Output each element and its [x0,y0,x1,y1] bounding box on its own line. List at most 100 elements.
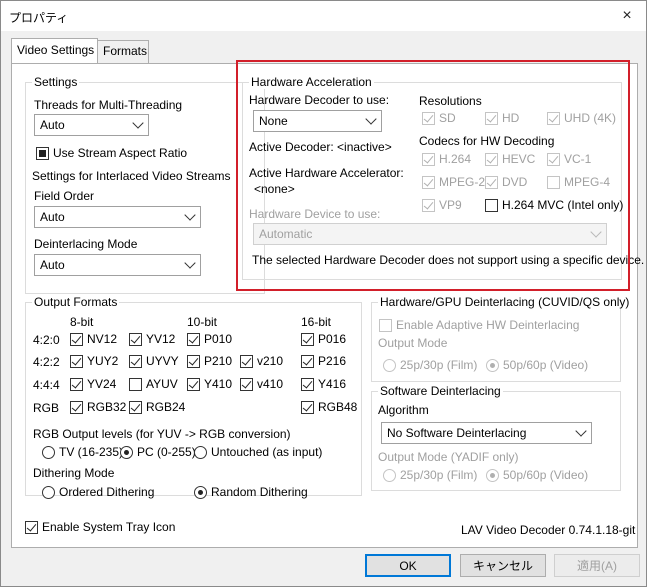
format-checkbox-y410[interactable]: Y410 [187,377,232,391]
sw-deint-label: Software Deinterlacing [378,384,503,398]
format-label: P216 [318,354,347,368]
hw-video-radio[interactable]: 50p/60p (Video) [486,358,588,372]
checkbox-box [129,400,142,414]
header-8bit: 8-bit [70,315,94,329]
format-label: Y410 [204,377,233,391]
checkbox-box [70,377,83,391]
format-checkbox-p216[interactable]: P216 [301,354,346,368]
highlight-box [236,60,630,291]
field-order-select[interactable]: Auto [34,206,201,228]
format-checkbox-yv12[interactable]: YV12 [129,332,175,346]
format-label: RGB32 [87,400,127,414]
levels-pc-label: PC (0-255) [137,445,196,459]
checkbox-box [129,354,142,368]
format-checkbox-uyvy[interactable]: UYVY [129,354,179,368]
checkbox-box [240,354,253,368]
levels-tv-label: TV (16-235) [59,445,124,459]
levels-pc-radio[interactable]: PC (0-255) [120,445,196,459]
stream-aspect-checkbox[interactable]: Use Stream Aspect Ratio [36,146,187,160]
levels-untouched-label: Untouched (as input) [211,445,323,459]
close-icon[interactable]: × [614,4,640,28]
format-checkbox-rgb48[interactable]: RGB48 [301,400,357,414]
sw-video-label: 50p/60p (Video) [503,468,589,482]
deint-mode-label: Deinterlacing Mode [34,237,138,251]
format-label: RGB48 [318,400,358,414]
format-checkbox-ayuv[interactable]: AYUV [129,377,178,391]
algorithm-select[interactable]: No Software Deinterlacing [381,422,592,444]
deint-mode-select[interactable]: Auto [34,254,201,276]
header-16bit: 16-bit [301,315,332,329]
format-label: YUY2 [87,354,119,368]
chevron-down-icon [184,257,196,269]
levels-untouched-radio[interactable]: Untouched (as input) [194,445,322,459]
checkbox-box [301,354,314,368]
format-checkbox-yuy2[interactable]: YUY2 [70,354,118,368]
ok-button[interactable]: OK [365,554,451,577]
checkbox-box [187,354,200,368]
format-label: UYVY [146,354,179,368]
format-checkbox-rgb32[interactable]: RGB32 [70,400,126,414]
radio-circle [486,468,499,482]
format-checkbox-rgb24[interactable]: RGB24 [129,400,185,414]
format-checkbox-p210[interactable]: P210 [187,354,232,368]
chevron-down-icon [575,425,587,437]
format-label: v410 [257,377,284,391]
format-checkbox-v210[interactable]: v210 [240,354,283,368]
window-title: プロパティ [9,11,69,25]
radio-circle [383,358,396,372]
tab-formats[interactable]: Formats [97,40,149,64]
sw-film-label: 25p/30p (Film) [400,468,478,482]
tab-video-settings[interactable]: Video Settings [11,38,98,63]
checkbox-box [187,332,200,346]
stream-aspect-label: Use Stream Aspect Ratio [53,146,188,160]
format-label: YV12 [146,332,176,346]
system-tray-label: Enable System Tray Icon [42,520,176,534]
format-checkbox-nv12[interactable]: NV12 [70,332,117,346]
checkbox-box [379,318,392,332]
sw-film-radio[interactable]: 25p/30p (Film) [383,468,477,482]
hw-deint-label: Hardware/GPU Deinterlacing (CUVID/QS onl… [378,295,632,309]
hw-output-mode-label: Output Mode [378,336,448,350]
version-text: LAV Video Decoder 0.74.1.18-git [461,523,636,537]
format-checkbox-v410[interactable]: v410 [240,377,283,391]
format-checkbox-y416[interactable]: Y416 [301,377,346,391]
header-10bit: 10-bit [187,315,218,329]
levels-tv-radio[interactable]: TV (16-235) [42,445,123,459]
checkbox-box [187,377,200,391]
cancel-button[interactable]: キャンセル [460,554,546,577]
properties-window: プロパティ × Video Settings Formats Settings … [0,0,647,587]
hw-film-radio[interactable]: 25p/30p (Film) [383,358,477,372]
adaptive-hw-deint-checkbox[interactable]: Enable Adaptive HW Deinterlacing [379,318,579,332]
dither-ordered-radio[interactable]: Ordered Dithering [42,485,154,499]
field-order-value: Auto [40,210,65,224]
radio-circle [42,485,55,499]
dither-random-radio[interactable]: Random Dithering [194,485,308,499]
radio-circle [486,358,499,372]
checkbox-box [240,377,253,391]
threads-select[interactable]: Auto [34,114,149,136]
format-checkbox-yv24[interactable]: YV24 [70,377,116,391]
hw-video-label: 50p/60p (Video) [503,358,589,372]
system-tray-checkbox[interactable]: Enable System Tray Icon [25,520,175,534]
title-bar: プロパティ × [1,1,646,31]
format-label: P016 [318,332,347,346]
checkbox-box [301,332,314,346]
sw-output-mode-label: Output Mode (YADIF only) [378,450,519,464]
format-label: YV24 [87,377,117,391]
checkbox-box [129,377,142,391]
format-label: RGB24 [146,400,186,414]
sw-video-radio[interactable]: 50p/60p (Video) [486,468,588,482]
format-label: Y416 [318,377,347,391]
apply-button[interactable]: 適用(A) [554,554,640,577]
format-label: v210 [257,354,284,368]
checkbox-box [36,146,49,160]
format-checkbox-p016[interactable]: P016 [301,332,346,346]
chevron-down-icon [132,117,144,129]
checkbox-box [25,520,38,534]
algorithm-label: Algorithm [378,403,429,417]
checkbox-box [70,400,83,414]
adaptive-hw-deint-label: Enable Adaptive HW Deinterlacing [396,318,580,332]
format-checkbox-p010[interactable]: P010 [187,332,232,346]
dither-label: Dithering Mode [33,466,115,480]
format-row-label: 4:2:0 [33,333,60,347]
